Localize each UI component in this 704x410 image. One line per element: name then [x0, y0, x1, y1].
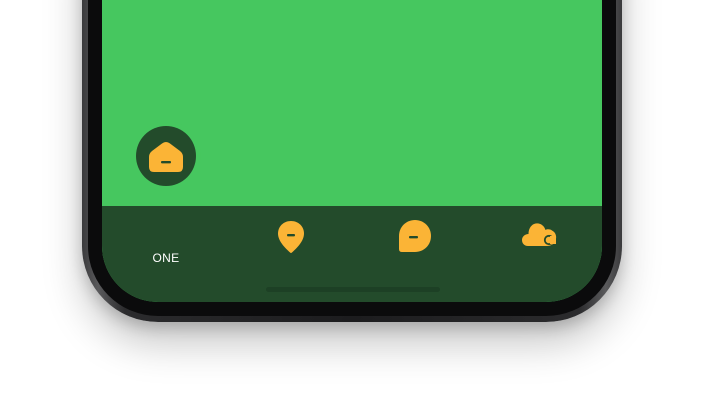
weather-cloud-icon: [522, 223, 557, 246]
chat-bubble-icon: [399, 220, 431, 252]
home-icon: [149, 142, 183, 172]
tab-three[interactable]: [364, 206, 464, 276]
tab-two[interactable]: [240, 206, 340, 276]
app-screen: ONE: [102, 0, 602, 302]
tab-one-label: ONE: [152, 251, 180, 265]
device-mockup: ONE: [0, 0, 704, 410]
tab-four[interactable]: [490, 206, 590, 276]
home-indicator[interactable]: [266, 287, 440, 292]
map-pin-icon: [278, 221, 304, 253]
tab-one[interactable]: [116, 126, 216, 266]
